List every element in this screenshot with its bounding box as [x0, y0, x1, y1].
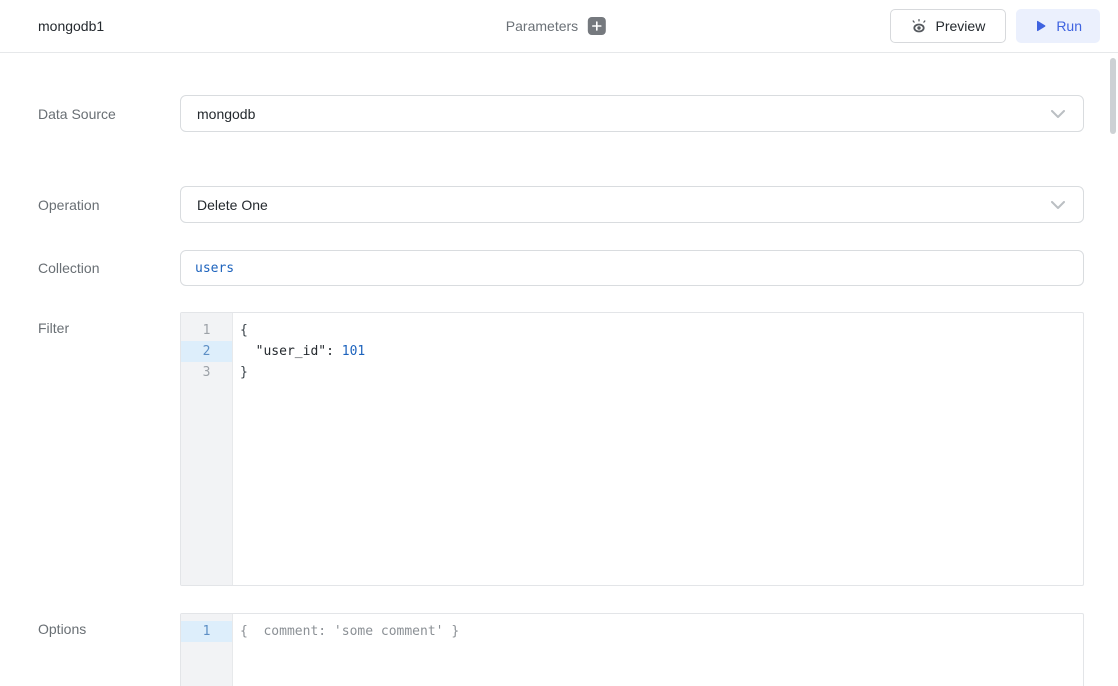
filter-row: Filter 1 2 3 { "user_id": 101 }	[0, 312, 1118, 586]
topbar-actions: Preview Run	[890, 9, 1100, 43]
data-source-label: Data Source	[0, 106, 180, 122]
code-line: }	[240, 362, 1083, 383]
operation-select[interactable]: Delete One	[180, 186, 1084, 223]
add-parameter-button[interactable]	[588, 17, 606, 35]
options-row: Options 1 { comment: 'some comment' }	[0, 613, 1118, 686]
code-line: {	[240, 320, 1083, 341]
collection-row: Collection users	[0, 250, 1118, 286]
plus-icon	[592, 21, 602, 31]
code-token: }	[240, 365, 248, 380]
data-source-select[interactable]: mongodb	[180, 95, 1084, 132]
preview-button[interactable]: Preview	[890, 9, 1007, 43]
play-icon	[1034, 20, 1047, 33]
line-number: 1	[181, 320, 232, 341]
filter-gutter: 1 2 3	[181, 313, 233, 585]
line-number: 3	[181, 362, 232, 383]
options-code-area[interactable]: { comment: 'some comment' }	[233, 614, 1083, 686]
filter-code-editor[interactable]: 1 2 3 { "user_id": 101 }	[180, 312, 1084, 586]
parameters-section: Parameters	[506, 17, 606, 35]
options-label: Options	[0, 613, 180, 637]
options-code-editor[interactable]: 1 { comment: 'some comment' }	[180, 613, 1084, 686]
code-token	[240, 344, 256, 359]
code-token: 101	[342, 344, 365, 359]
operation-label: Operation	[0, 197, 180, 213]
query-editor-panel: Data Source mongodb Operation Delete One…	[0, 95, 1118, 686]
parameters-label: Parameters	[506, 18, 578, 34]
chevron-down-icon	[1051, 110, 1065, 118]
options-placeholder: { comment: 'some comment' }	[240, 621, 1083, 642]
preview-button-label: Preview	[936, 18, 986, 34]
run-button-label: Run	[1056, 18, 1082, 34]
eye-icon	[911, 19, 927, 34]
options-gutter: 1	[181, 614, 233, 686]
operation-row: Operation Delete One	[0, 186, 1118, 223]
run-button[interactable]: Run	[1016, 9, 1100, 43]
chevron-down-icon	[1051, 201, 1065, 209]
collection-input[interactable]: users	[180, 250, 1084, 286]
topbar: mongodb1 Parameters Preview Run	[0, 0, 1118, 53]
line-number-active: 2	[181, 341, 232, 362]
filter-label: Filter	[0, 312, 180, 336]
query-title: mongodb1	[38, 18, 104, 34]
data-source-value: mongodb	[197, 106, 255, 122]
collection-label: Collection	[0, 260, 180, 276]
operation-value: Delete One	[197, 197, 268, 213]
code-line: "user_id": 101	[240, 341, 1083, 362]
filter-code-area[interactable]: { "user_id": 101 }	[233, 313, 1083, 585]
collection-value: users	[195, 261, 234, 276]
code-token: "user_id"	[256, 344, 326, 359]
code-token: :	[326, 344, 342, 359]
vertical-scrollbar[interactable]	[1110, 58, 1116, 134]
data-source-row: Data Source mongodb	[0, 95, 1118, 132]
line-number-active: 1	[181, 621, 232, 642]
code-token: {	[240, 323, 248, 338]
